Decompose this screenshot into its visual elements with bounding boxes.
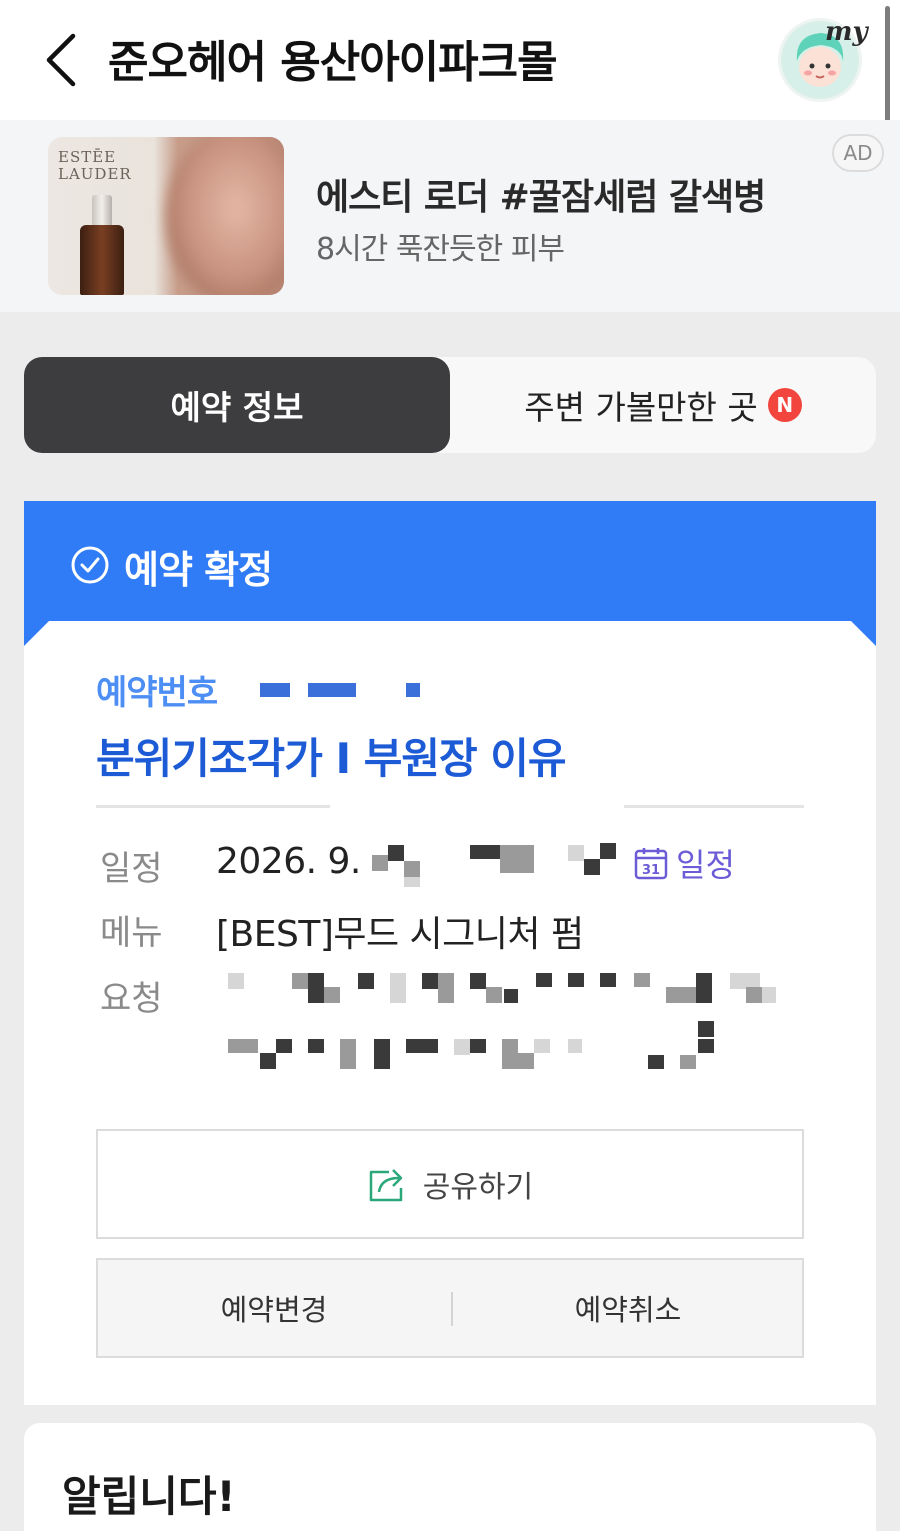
calendar-link-label: 일정 — [676, 846, 735, 884]
reservation-status-banner: 예약 확정 — [24, 501, 876, 621]
request-label: 요청 — [100, 979, 163, 1019]
page-title: 준오헤어 용산아이파크몰 — [108, 37, 558, 88]
back-button[interactable] — [36, 30, 86, 90]
blurred-model-image — [166, 137, 284, 295]
redacted-reservation-number — [406, 683, 420, 697]
serum-bottle-cap — [92, 195, 112, 227]
notice-title: 알립니다! — [62, 1472, 236, 1521]
check-circle-icon — [71, 546, 109, 584]
ad-thumbnail: ESTĒE LAUDER — [48, 137, 284, 295]
designer-name: 분위기조각가 I 부원장 이유 — [96, 734, 567, 783]
tab-nearby-label: 주변 가볼만한 곳 — [524, 388, 758, 427]
serum-bottle — [80, 225, 124, 295]
cancel-reservation-button[interactable]: 예약취소 — [452, 1260, 804, 1356]
menu-label: 메뉴 — [100, 913, 163, 953]
tab-nearby-places[interactable]: 주변 가볼만한 곳 N — [450, 357, 876, 453]
share-button[interactable]: 공유하기 — [96, 1129, 804, 1239]
status-text: 예약 확정 — [124, 548, 273, 592]
reservation-actions: 예약변경 예약취소 — [96, 1258, 804, 1358]
share-button-label: 공유하기 — [422, 1170, 534, 1205]
my-profile-avatar[interactable]: my — [778, 17, 868, 102]
svg-text:31: 31 — [642, 863, 660, 878]
ad-subline: 8시간 푹잔듯한 피부 — [316, 232, 565, 267]
schedule-value: 2026. 9. — [216, 841, 361, 882]
chevron-left-icon — [46, 33, 76, 87]
top-header: 준오헤어 용산아이파크몰 my — [0, 0, 900, 294]
new-badge: N — [767, 388, 802, 422]
add-to-calendar-link[interactable]: 31 일정 — [634, 843, 735, 884]
reservation-number-label: 예약번호 — [96, 673, 218, 713]
ad-banner[interactable]: ESTĒE LAUDER 에스티 로더 #꿀잠세럼 갈색병 8시간 푹잔듯한 피부… — [0, 120, 900, 312]
divider — [624, 805, 804, 808]
menu-value: [BEST]무드 시그니처 펌 — [216, 914, 584, 955]
calendar-icon: 31 — [634, 848, 668, 880]
notice-card: 알립니다! — [24, 1423, 876, 1531]
reservation-card: 예약번호 분위기조각가 I 부원장 이유 일정 2026. 9. 31 일정 메… — [24, 620, 876, 1405]
ad-badge: AD — [832, 134, 884, 172]
schedule-label: 일정 — [100, 849, 163, 889]
change-reservation-button[interactable]: 예약변경 — [98, 1260, 450, 1356]
tab-bar: 예약 정보 주변 가볼만한 곳 N — [24, 357, 876, 453]
my-label: my — [825, 17, 868, 47]
thumbnail-brand-logo: ESTĒE LAUDER — [58, 148, 132, 183]
ad-headline: 에스티 로더 #꿀잠세럼 갈색병 — [316, 177, 766, 218]
share-icon — [369, 1169, 403, 1202]
divider — [96, 805, 330, 808]
tab-reservation-info[interactable]: 예약 정보 — [24, 357, 450, 453]
redacted-reservation-number — [260, 683, 290, 697]
redacted-reservation-number — [308, 683, 356, 697]
